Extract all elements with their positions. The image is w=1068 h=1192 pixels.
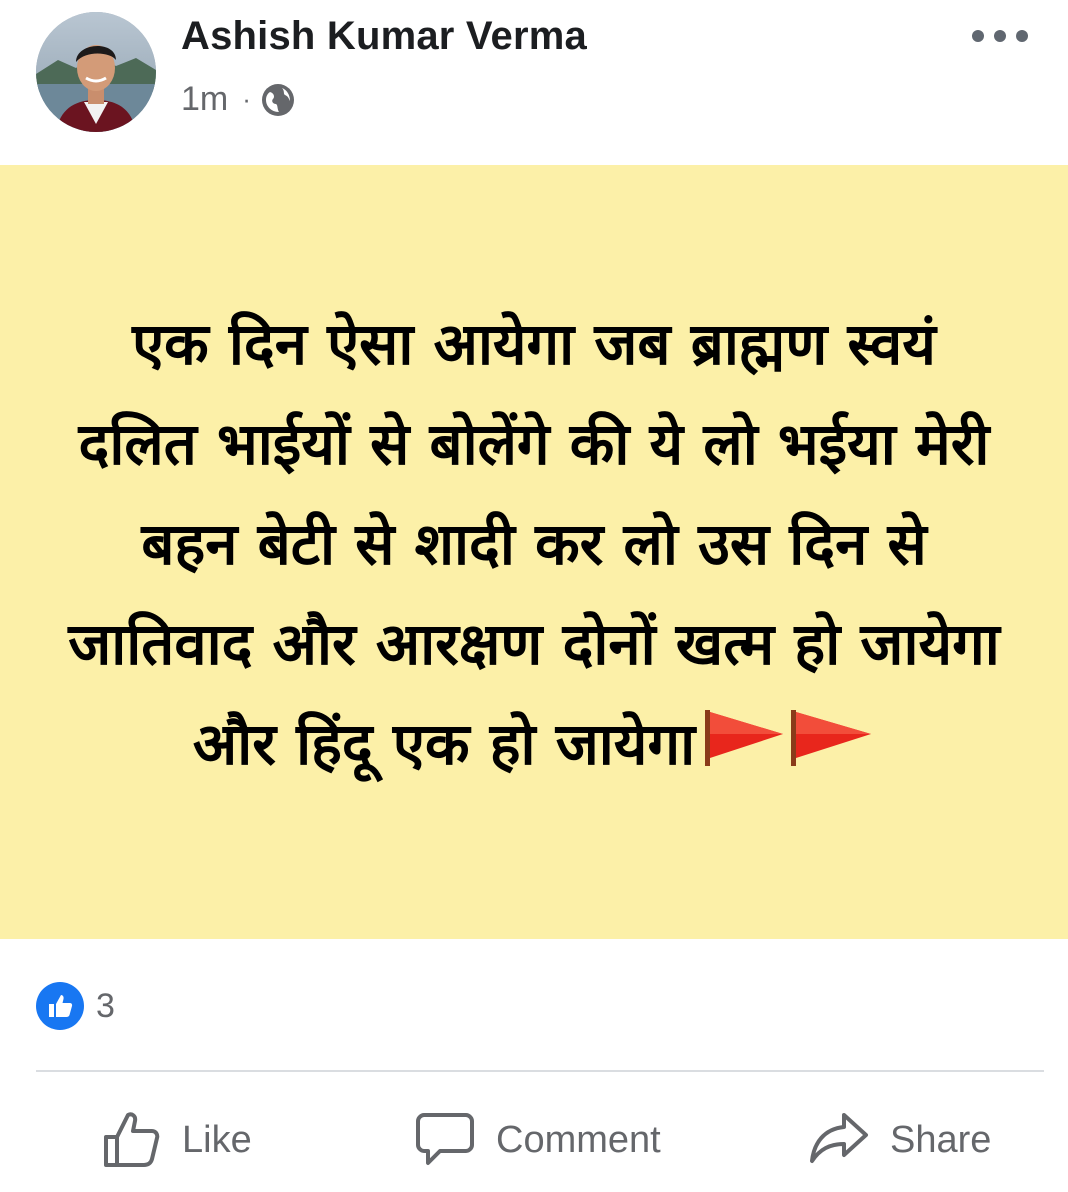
more-dot [1016,30,1028,42]
avatar[interactable] [36,12,156,132]
post-header: Ashish Kumar Verma 1m · [0,0,1068,165]
globe-icon[interactable] [261,83,295,117]
like-button[interactable]: Like [100,1100,252,1180]
triangular-flag-icon [703,698,875,798]
reaction-summary[interactable]: 3 [36,982,115,1030]
more-dot [972,30,984,42]
post-text-container: एक दिन ऐसा आयेगा जब ब्राह्मण स्वयं दलित … [64,294,1004,798]
like-label: Like [182,1118,252,1161]
post-time[interactable]: 1m [181,80,228,119]
share-button[interactable]: Share [808,1100,991,1180]
like-reaction-icon [36,982,84,1030]
thumbs-up-icon [100,1107,162,1174]
action-bar: Like Comment Share [0,1100,1068,1180]
reaction-count: 3 [96,986,115,1025]
post-card: Ashish Kumar Verma 1m · एक दिन ऐसा आयेगा… [0,0,1068,1192]
post-meta: 1m · [181,80,295,119]
more-dot [994,30,1006,42]
avatar-photo [36,12,156,132]
post-body: एक दिन ऐसा आयेगा जब ब्राह्मण स्वयं दलित … [0,165,1068,939]
comment-button[interactable]: Comment [414,1100,661,1180]
more-options-button[interactable] [972,22,1028,50]
meta-separator: · [242,84,251,114]
author-name[interactable]: Ashish Kumar Verma [181,14,587,59]
comment-icon [414,1107,476,1174]
divider [36,1070,1044,1072]
share-label: Share [890,1118,992,1161]
share-arrow-icon [808,1107,870,1174]
comment-label: Comment [496,1118,661,1161]
